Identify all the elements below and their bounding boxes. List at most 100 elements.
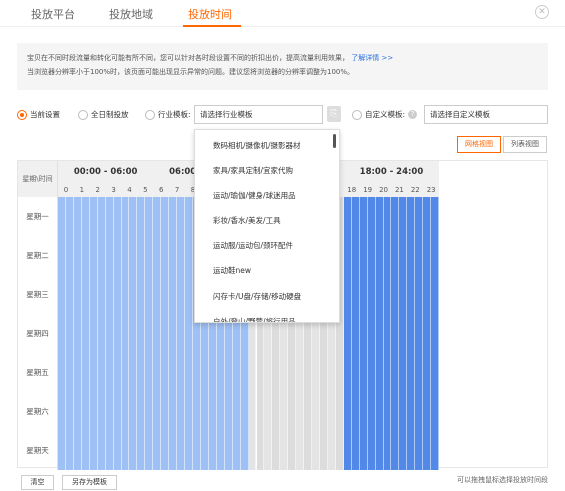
dropdown-option[interactable]: 运动/瑜伽/健身/球迷用品	[213, 190, 296, 201]
time-cell-selected[interactable]	[431, 431, 440, 470]
time-cell-selected[interactable]	[129, 275, 138, 314]
time-cell-selected[interactable]	[399, 314, 408, 353]
time-cell-selected[interactable]	[391, 431, 400, 470]
time-cell-selected[interactable]	[153, 431, 162, 470]
time-cell-selected[interactable]	[391, 236, 400, 275]
time-cell-selected[interactable]	[399, 392, 408, 431]
time-cell-selected[interactable]	[81, 392, 90, 431]
time-cell-selected[interactable]	[423, 353, 432, 392]
time-cell-selected[interactable]	[177, 197, 186, 236]
time-cell[interactable]	[335, 353, 344, 392]
time-cell-selected[interactable]	[65, 197, 74, 236]
time-cell-selected[interactable]	[121, 353, 130, 392]
time-cell-selected[interactable]	[169, 431, 178, 470]
time-cell[interactable]	[264, 431, 273, 470]
time-cell-selected[interactable]	[89, 314, 98, 353]
time-cell[interactable]	[280, 431, 289, 470]
time-cell-selected[interactable]	[113, 275, 122, 314]
day-label[interactable]: 星期五	[18, 353, 58, 392]
time-cell-selected[interactable]	[359, 314, 368, 353]
time-cell-selected[interactable]	[185, 197, 193, 236]
time-cell-selected[interactable]	[145, 431, 154, 470]
time-cell-selected[interactable]	[89, 392, 98, 431]
time-cell-selected[interactable]	[65, 314, 74, 353]
tab-region[interactable]: 投放地域	[109, 6, 153, 22]
time-cell[interactable]	[335, 392, 344, 431]
time-cell-selected[interactable]	[58, 275, 66, 314]
time-cell-selected[interactable]	[375, 275, 384, 314]
time-cell-selected[interactable]	[65, 353, 74, 392]
time-cell-selected[interactable]	[391, 275, 400, 314]
time-cell[interactable]	[312, 431, 321, 470]
time-cell[interactable]	[312, 353, 321, 392]
time-cell[interactable]	[280, 353, 289, 392]
time-cell-selected[interactable]	[97, 275, 106, 314]
time-cell-selected[interactable]	[89, 197, 98, 236]
time-cell[interactable]	[272, 353, 281, 392]
time-cell-selected[interactable]	[113, 236, 122, 275]
time-cell-selected[interactable]	[58, 236, 66, 275]
time-cell[interactable]	[304, 353, 313, 392]
time-cell-selected[interactable]	[65, 431, 74, 470]
time-cell-selected[interactable]	[232, 431, 241, 470]
time-cell-selected[interactable]	[73, 197, 82, 236]
time-cell-selected[interactable]	[391, 314, 400, 353]
time-cell-selected[interactable]	[161, 431, 170, 470]
time-cell-selected[interactable]	[375, 431, 384, 470]
time-cell-selected[interactable]	[185, 431, 193, 470]
time-cell-selected[interactable]	[73, 353, 82, 392]
time-cell-selected[interactable]	[343, 197, 352, 236]
time-cell-selected[interactable]	[351, 314, 360, 353]
help-icon[interactable]: ?	[408, 110, 418, 119]
time-cell[interactable]	[304, 431, 313, 470]
time-cell-selected[interactable]	[240, 353, 249, 392]
time-cell-selected[interactable]	[375, 392, 384, 431]
time-cell-selected[interactable]	[232, 353, 241, 392]
time-cell-selected[interactable]	[407, 392, 416, 431]
time-cell-selected[interactable]	[359, 236, 368, 275]
dropdown-option[interactable]: 彩妆/香水/美发/工具	[213, 215, 281, 226]
time-cell[interactable]	[320, 392, 328, 431]
time-cell-selected[interactable]	[185, 353, 193, 392]
time-cell-selected[interactable]	[431, 392, 440, 431]
dropdown-scrollbar[interactable]	[333, 134, 336, 148]
time-cell-selected[interactable]	[232, 392, 241, 431]
time-cell-selected[interactable]	[200, 353, 209, 392]
time-cell-selected[interactable]	[89, 236, 98, 275]
time-cell-selected[interactable]	[169, 353, 178, 392]
time-cell[interactable]	[327, 392, 336, 431]
time-cell-selected[interactable]	[145, 353, 154, 392]
time-cell-selected[interactable]	[343, 392, 352, 431]
time-cell-selected[interactable]	[240, 431, 249, 470]
time-cell-selected[interactable]	[73, 275, 82, 314]
dropdown-option[interactable]: 闪存卡/U盘/存储/移动硬盘	[213, 291, 301, 302]
save-template-icon[interactable]: ⎘	[327, 106, 341, 122]
time-cell-selected[interactable]	[216, 353, 225, 392]
time-cell-selected[interactable]	[224, 431, 233, 470]
time-cell-selected[interactable]	[121, 314, 130, 353]
time-cell-selected[interactable]	[97, 353, 106, 392]
time-cell[interactable]	[327, 353, 336, 392]
time-cell-selected[interactable]	[73, 314, 82, 353]
time-cell[interactable]	[256, 353, 265, 392]
time-cell-selected[interactable]	[177, 353, 186, 392]
time-cell-selected[interactable]	[145, 275, 154, 314]
time-cell-selected[interactable]	[177, 314, 186, 353]
time-cell[interactable]	[288, 353, 297, 392]
time-cell-selected[interactable]	[185, 275, 193, 314]
time-cell-selected[interactable]	[351, 392, 360, 431]
time-cell-selected[interactable]	[137, 431, 146, 470]
time-cell-selected[interactable]	[359, 275, 368, 314]
time-cell-selected[interactable]	[407, 431, 416, 470]
time-cell-selected[interactable]	[351, 197, 360, 236]
dropdown-option[interactable]: 家具/家具定制/宜家代购	[213, 165, 293, 176]
time-cell[interactable]	[320, 431, 328, 470]
time-cell-selected[interactable]	[208, 392, 217, 431]
time-cell-selected[interactable]	[129, 314, 138, 353]
industry-template-select[interactable]: 请选择行业模板	[194, 105, 323, 124]
time-cell-selected[interactable]	[200, 431, 209, 470]
time-cell-selected[interactable]	[89, 431, 98, 470]
radio-custom-template[interactable]: 自定义模板: ?	[352, 109, 418, 120]
time-cell[interactable]	[335, 431, 344, 470]
time-cell-selected[interactable]	[367, 275, 376, 314]
